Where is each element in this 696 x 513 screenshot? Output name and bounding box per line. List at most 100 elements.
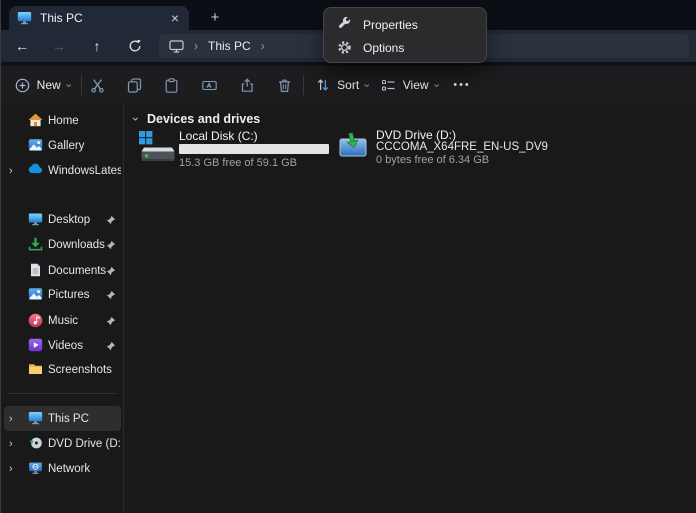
sidebar-item-dvd-drive[interactable]: › DVD Drive (D:) CCC: [4, 431, 121, 456]
cut-icon: [90, 78, 105, 93]
drive-name: Local Disk (C:): [179, 129, 258, 143]
view-button[interactable]: View ›: [377, 71, 441, 99]
view-button-label: View: [403, 78, 429, 92]
new-button[interactable]: New ›: [9, 71, 75, 99]
chevron-down-icon: ›: [62, 83, 73, 87]
refresh-button[interactable]: [122, 34, 148, 58]
sidebar-item-desktop[interactable]: Desktop: [4, 207, 121, 232]
downloads-icon: [28, 237, 43, 252]
context-menu: Properties Options: [323, 7, 487, 63]
drive-free-space: 15.3 GB free of 59.1 GB: [179, 157, 297, 169]
menu-item-label: Options: [363, 41, 404, 55]
breadcrumb-root-monitor-icon[interactable]: [169, 40, 184, 53]
pin-icon: [106, 341, 116, 351]
pictures-icon: [28, 287, 43, 302]
gear-icon: [337, 40, 352, 55]
sidebar-item-label: This PC: [48, 413, 121, 425]
documents-icon: [28, 263, 43, 278]
drive-tile-dvd[interactable]: DVD Drive (D:) CCCOMA_X64FRE_EN-US_DV9 0…: [338, 128, 578, 172]
chevron-down-icon: ›: [430, 83, 441, 87]
chevron-right-icon[interactable]: ›: [9, 438, 13, 450]
drive-volume-label: CCCOMA_X64FRE_EN-US_DV9: [376, 141, 548, 153]
sidebar-item-label: WindowsLatest - Pe: [48, 165, 121, 177]
breadcrumb-separator: ›: [194, 39, 198, 53]
menu-item-label: Properties: [363, 18, 418, 32]
dvd-icon: [28, 436, 43, 451]
pin-icon: [106, 316, 116, 326]
breadcrumb-separator[interactable]: ›: [261, 39, 265, 53]
see-more-button[interactable]: •••: [447, 71, 477, 99]
desktop-icon: [28, 212, 43, 227]
sidebar-item-label: Network: [48, 463, 121, 475]
wrench-icon: [337, 17, 352, 32]
chevron-down-icon[interactable]: ›: [129, 112, 143, 126]
cut-button[interactable]: [84, 71, 111, 99]
back-button[interactable]: ←: [9, 34, 35, 58]
rename-button[interactable]: [196, 71, 223, 99]
this-pc-icon: [28, 411, 43, 426]
pin-icon: [106, 215, 116, 225]
drive-free-space: 0 bytes free of 6.34 GB: [376, 154, 489, 166]
sidebar-divider: [7, 393, 117, 394]
up-button[interactable]: ↑: [84, 34, 110, 58]
section-devices-and-drives[interactable]: › Devices and drives: [129, 110, 260, 128]
network-icon: [28, 461, 43, 476]
monitor-icon: [17, 11, 32, 25]
chevron-right-icon[interactable]: ›: [9, 463, 13, 475]
sort-button[interactable]: Sort ›: [311, 71, 373, 99]
sidebar-item-gallery[interactable]: Gallery: [4, 133, 121, 158]
rename-icon: [202, 78, 217, 93]
drive-tile-local-disk[interactable]: Local Disk (C:) 15.3 GB free of 59.1 GB: [136, 128, 336, 172]
tab-title: This PC: [40, 11, 83, 25]
new-tab-button[interactable]: +: [205, 6, 225, 28]
copy-button[interactable]: [121, 71, 148, 99]
chevron-right-icon[interactable]: ›: [9, 165, 13, 177]
pin-icon: [106, 290, 116, 300]
onedrive-cloud-icon: [28, 163, 43, 178]
paste-button[interactable]: [158, 71, 185, 99]
forward-button[interactable]: →: [46, 34, 72, 58]
gallery-icon: [28, 138, 43, 153]
disk-usage-bar: [179, 144, 329, 154]
menu-item-options[interactable]: Options: [324, 36, 486, 59]
close-tab-icon[interactable]: ×: [169, 11, 181, 25]
pin-icon: [106, 266, 116, 276]
videos-icon: [28, 338, 43, 353]
sidebar-item-network[interactable]: › Network: [4, 456, 121, 481]
menu-item-properties[interactable]: Properties: [324, 13, 486, 36]
sidebar-item-onedrive[interactable]: › WindowsLatest - Pe: [4, 158, 121, 183]
sidebar-item-documents[interactable]: Documents: [4, 258, 121, 283]
delete-button[interactable]: [271, 71, 298, 99]
refresh-icon: [128, 39, 142, 53]
navigation-sidebar: Home Gallery ›: [1, 104, 123, 513]
home-icon: [28, 113, 43, 128]
content-area: › Devices and drives: [124, 104, 696, 513]
sidebar-item-videos[interactable]: Videos: [4, 333, 121, 358]
chevron-down-icon: ›: [361, 83, 372, 87]
chevron-right-icon[interactable]: ›: [9, 413, 13, 425]
sidebar-item-downloads[interactable]: Downloads: [4, 232, 121, 257]
sidebar-item-this-pc[interactable]: › This PC: [4, 406, 121, 431]
sort-icon: [316, 78, 330, 92]
sort-button-label: Sort: [337, 78, 359, 92]
sidebar-item-label: Home: [48, 115, 121, 127]
sidebar-item-music[interactable]: Music: [4, 308, 121, 333]
command-toolbar: New ›: [1, 66, 696, 105]
sidebar-item-label: DVD Drive (D:) CCC: [48, 438, 121, 450]
breadcrumb-item-this-pc[interactable]: This PC: [208, 39, 251, 53]
section-label: Devices and drives: [147, 112, 260, 126]
tab-this-pc[interactable]: This PC ×: [9, 6, 189, 30]
pin-icon: [106, 240, 116, 250]
file-explorer-window: This PC × + ← → ↑ › This PC ›: [0, 0, 696, 513]
ellipsis-icon: •••: [453, 79, 471, 91]
dvd-drive-icon: [338, 132, 368, 160]
new-button-label: New: [37, 78, 61, 92]
toolbar-divider: [303, 75, 304, 95]
share-icon: [240, 78, 255, 93]
sidebar-item-pictures[interactable]: Pictures: [4, 282, 121, 307]
sidebar-item-home[interactable]: Home: [4, 108, 121, 133]
sidebar-item-label: Screenshots: [48, 364, 121, 376]
sidebar-item-screenshots[interactable]: Screenshots: [4, 357, 121, 382]
share-button[interactable]: [234, 71, 261, 99]
window-body: Home Gallery ›: [1, 104, 696, 513]
